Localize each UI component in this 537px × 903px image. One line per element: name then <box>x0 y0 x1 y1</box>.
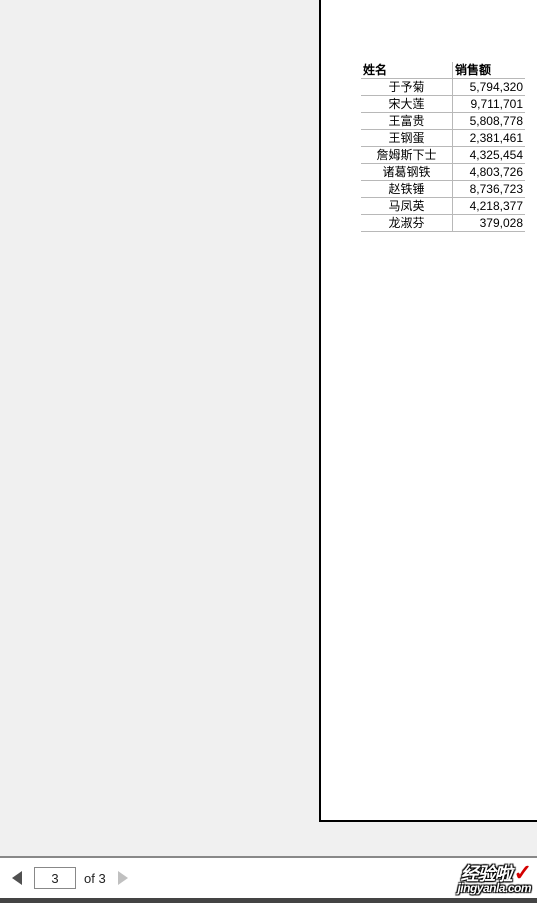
check-icon: ✓ <box>514 860 531 885</box>
page-number-input[interactable] <box>34 867 76 889</box>
page-content: 姓名 销售额 于予菊 5,794,320 宋大莲 9,711,701 王富贵 5… <box>321 0 537 232</box>
prev-page-button[interactable] <box>8 869 26 887</box>
footer-separator <box>0 898 537 903</box>
cell-name: 诸葛钢铁 <box>361 164 453 180</box>
table-row: 赵铁锤 8,736,723 <box>361 181 525 198</box>
cell-name: 王钢蛋 <box>361 130 453 146</box>
cell-sales: 4,218,377 <box>453 198 525 214</box>
cell-sales: 4,325,454 <box>453 147 525 163</box>
cell-sales: 5,808,778 <box>453 113 525 129</box>
cell-name: 龙淑芬 <box>361 215 453 231</box>
triangle-left-icon <box>12 871 22 885</box>
table-row: 于予菊 5,794,320 <box>361 79 525 96</box>
col-header-sales: 销售额 <box>453 62 525 78</box>
cell-sales: 379,028 <box>453 215 525 231</box>
cell-name: 于予菊 <box>361 79 453 95</box>
col-header-name: 姓名 <box>361 62 453 78</box>
table-row: 宋大莲 9,711,701 <box>361 96 525 113</box>
cell-name: 詹姆斯下士 <box>361 147 453 163</box>
table-row: 王钢蛋 2,381,461 <box>361 130 525 147</box>
cell-name: 王富贵 <box>361 113 453 129</box>
table-row: 詹姆斯下士 4,325,454 <box>361 147 525 164</box>
page-3: 姓名 销售额 于予菊 5,794,320 宋大莲 9,711,701 王富贵 5… <box>319 0 537 822</box>
preview-viewport: 姓名 销售额 于予菊 5,794,320 宋大莲 9,711,701 王富贵 5… <box>0 0 537 856</box>
table-header-row: 姓名 销售额 <box>361 62 525 79</box>
watermark: 经验啦✓ jingyanla.com <box>457 865 531 894</box>
cell-name: 马凤英 <box>361 198 453 214</box>
watermark-title: 经验啦✓ <box>457 865 531 882</box>
cell-sales: 4,803,726 <box>453 164 525 180</box>
table-row: 马凤英 4,218,377 <box>361 198 525 215</box>
cell-name: 宋大莲 <box>361 96 453 112</box>
triangle-right-icon <box>118 871 128 885</box>
table-row: 王富贵 5,808,778 <box>361 113 525 130</box>
table-row: 龙淑芬 379,028 <box>361 215 525 232</box>
cell-name: 赵铁锤 <box>361 181 453 197</box>
next-page-button[interactable] <box>114 869 132 887</box>
cell-sales: 5,794,320 <box>453 79 525 95</box>
table-row: 诸葛钢铁 4,803,726 <box>361 164 525 181</box>
page-of-label: of 3 <box>84 871 106 886</box>
cell-sales: 9,711,701 <box>453 96 525 112</box>
pager-toolbar: of 3 经验啦✓ jingyanla.com <box>0 856 537 898</box>
watermark-url: jingyanla.com <box>457 882 531 894</box>
cell-sales: 8,736,723 <box>453 181 525 197</box>
cell-sales: 2,381,461 <box>453 130 525 146</box>
